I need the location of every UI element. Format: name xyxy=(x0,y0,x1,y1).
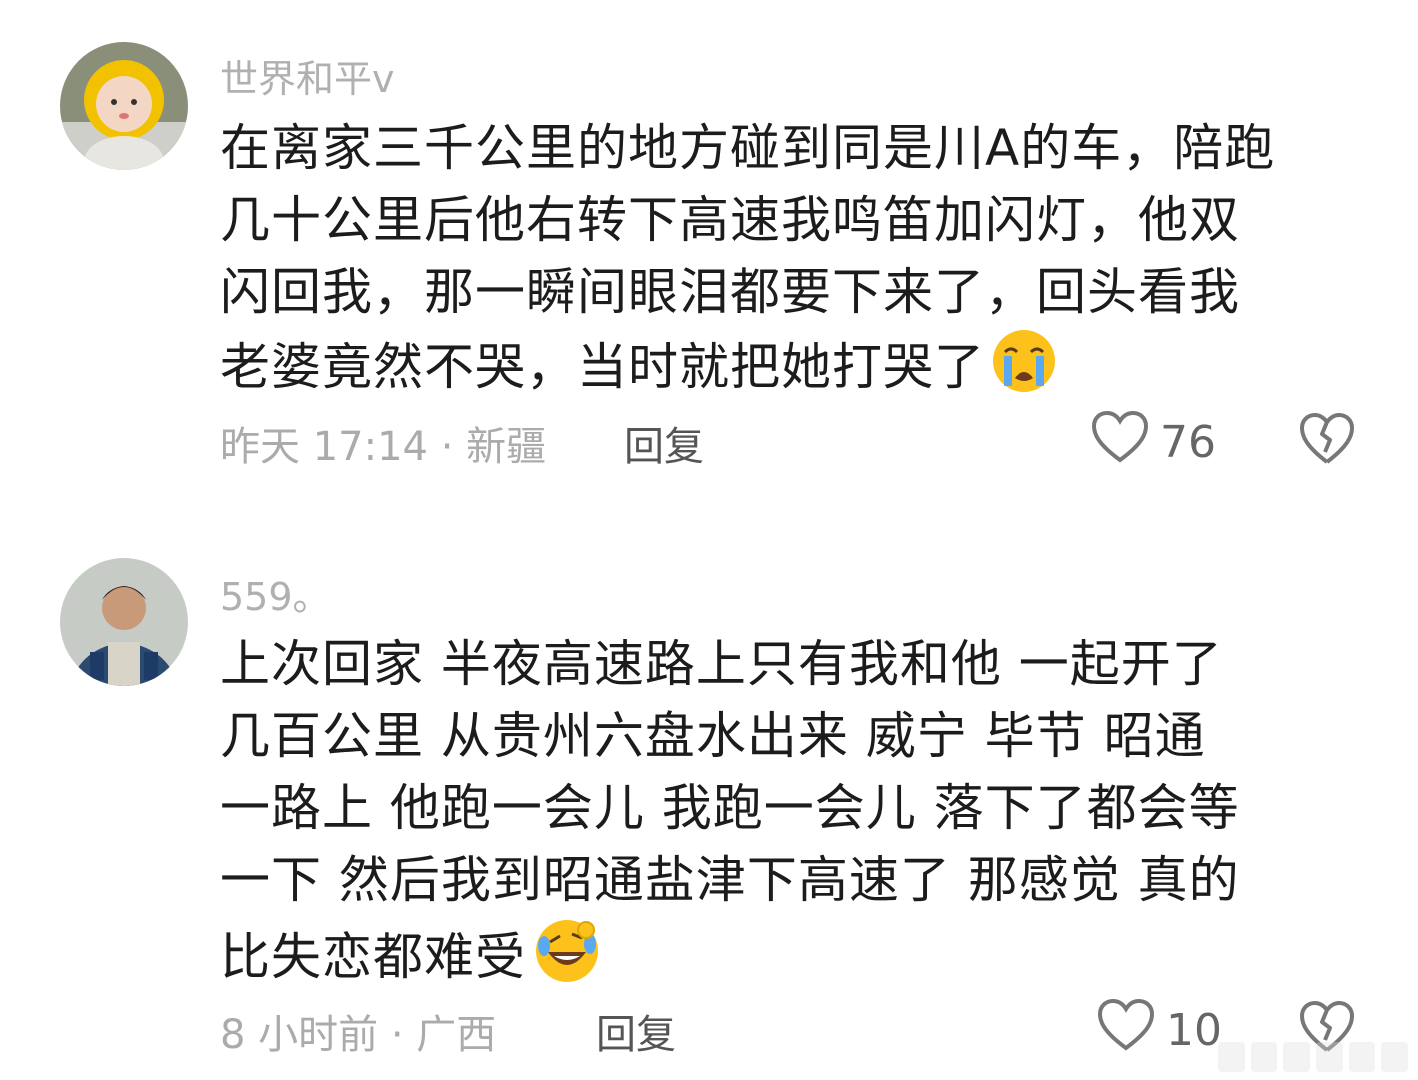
reply-button[interactable]: 回复 xyxy=(624,414,704,472)
comment-line: 老婆竟然不哭，当时就把她打哭了 xyxy=(220,328,1360,413)
rolling-on-floor-laughing-icon xyxy=(532,916,602,1005)
comment-line: 几十公里后他右转下高速我鸣笛加闪灯，他双 xyxy=(220,191,1240,249)
comment-line: 上次回家 半夜高速路上只有我和他 一起开了 xyxy=(220,635,1223,693)
comment-line: 闪回我，那一瞬间眼泪都要下来了，回头看我 xyxy=(220,263,1240,321)
comment-line-text: 老婆竟然不哭，当时就把她打哭了 xyxy=(220,338,985,396)
comment-text: 在离家三千公里的地方碰到同是川A的车，陪跑 几十公里后他右转下高速我鸣笛加闪灯，… xyxy=(220,112,1360,413)
comment-line: 比失恋都难受 xyxy=(220,916,1360,1005)
comment-meta: 昨天 17:14 · 新疆 xyxy=(220,424,547,470)
like-button[interactable]: 10 xyxy=(1096,998,1222,1063)
like-button[interactable]: 76 xyxy=(1090,410,1216,475)
like-count: 10 xyxy=(1166,1005,1222,1056)
like-count: 76 xyxy=(1160,417,1216,468)
username[interactable]: 559。 xyxy=(220,566,331,621)
comment-text: 上次回家 半夜高速路上只有我和他 一起开了 几百公里 从贵州六盘水出来 威宁 毕… xyxy=(220,628,1360,1005)
username[interactable]: 世界和平v xyxy=(220,48,395,103)
dislike-button[interactable] xyxy=(1298,412,1356,470)
avatar[interactable] xyxy=(60,42,188,170)
heart-icon xyxy=(1096,998,1156,1063)
loudly-crying-face-icon xyxy=(991,328,1057,413)
heart-icon xyxy=(1090,410,1150,475)
avatar[interactable] xyxy=(60,558,188,686)
reply-button[interactable]: 回复 xyxy=(596,1002,676,1060)
comment-meta: 8 小时前 · 广西 xyxy=(220,1012,497,1058)
comment-line-text: 比失恋都难受 xyxy=(220,928,526,986)
broken-heart-icon xyxy=(1300,413,1354,464)
comment-line: 在离家三千公里的地方碰到同是川A的车，陪跑 xyxy=(220,119,1276,177)
comment-line: 一下 然后我到昭通盐津下高速了 那感觉 真的 xyxy=(220,851,1240,909)
comment-line: 一路上 他跑一会儿 我跑一会儿 落下了都会等 xyxy=(220,779,1240,837)
comment-line: 几百公里 从贵州六盘水出来 威宁 毕节 昭通 xyxy=(220,707,1206,765)
watermark xyxy=(1218,1042,1409,1072)
